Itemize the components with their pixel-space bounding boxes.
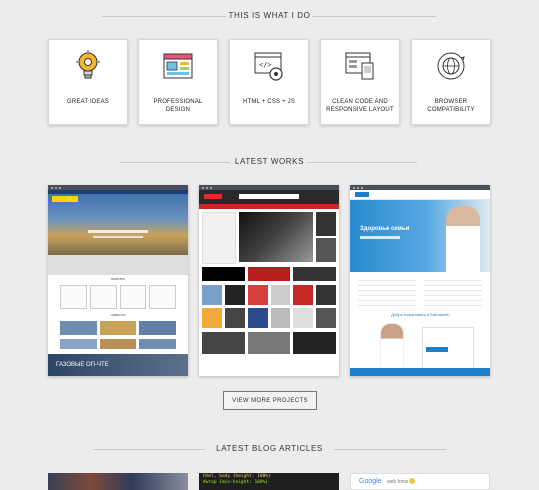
footer-banner: ГАЗОВЫЕ ОП-ЧТЕ	[48, 354, 188, 376]
svg-text:</>: </>	[259, 61, 272, 69]
section-title-text: THIS IS WHAT I DO	[228, 11, 311, 20]
service-label: CLEAN CODE AND RESPONSIVE LAYOUT	[326, 99, 394, 113]
work-thumbnail-2[interactable]	[199, 185, 339, 376]
section-title-text: LATEST WORKS	[234, 157, 305, 166]
product-grid	[199, 281, 339, 332]
section-heading: НОВОСТИ	[110, 313, 126, 317]
service-card-browser-compatibility: BROWSER COMPATIBILITY	[411, 39, 491, 125]
section-title-text: LATEST BLOG ARTICLES	[216, 444, 323, 453]
blog-thumbnail-3[interactable]: Google web fonts	[350, 473, 490, 490]
hero-image	[48, 190, 188, 255]
responsive-devices-icon	[345, 52, 374, 80]
divider	[312, 15, 436, 17]
service-card-clean-code: CLEAN CODE AND RESPONSIVE LAYOUT	[320, 39, 400, 125]
divider	[120, 161, 230, 163]
section-heading: ПАЛИТРА	[111, 277, 125, 281]
service-label: GREAT IDEAS	[67, 99, 109, 105]
service-label: HTML + CSS + JS	[242, 99, 296, 105]
divider	[102, 15, 226, 17]
section-title-services: THIS IS WHAT I DO	[0, 11, 539, 20]
work-thumbnail-3[interactable]: Здоровье семьи Добро пожаловать в БиКлин…	[350, 185, 490, 376]
divider	[307, 161, 417, 163]
lightbulb-gear-icon	[76, 50, 100, 79]
section-title-blog: LATEST BLOG ARTICLES	[0, 444, 539, 453]
brand-logo-text: Google	[359, 478, 382, 485]
view-more-projects-button[interactable]: VIEW MORE PROJECTS	[223, 391, 317, 410]
design-window-icon	[163, 53, 193, 79]
divider	[93, 448, 205, 450]
hero-image: Здоровье семьи	[350, 200, 490, 272]
hero-heading: Здоровье семьи	[360, 226, 410, 232]
work-thumbnail-1[interactable]: ПАЛИТРА НОВОСТИ ГАЗОВЫЕ ОП-ЧТЕ	[48, 185, 188, 376]
blog-thumbnail-2[interactable]: html, body {height: 100%} #wrap {min-hei…	[199, 473, 339, 490]
browser-sync-icon	[437, 52, 465, 80]
section-title-works: LATEST WORKS	[0, 157, 539, 166]
service-label: PROFESSIONAL DESIGN	[153, 99, 203, 113]
code-gear-icon: </>	[254, 52, 283, 81]
fonts-icon	[409, 478, 415, 484]
blog-thumbnail-1[interactable]	[48, 473, 188, 490]
service-card-html-css-js: </> HTML + CSS + JS	[229, 39, 309, 125]
brand-logo-subtext: web fonts	[387, 479, 409, 485]
footer-banner-text: ГАЗОВЫЕ ОП-ЧТЕ	[56, 362, 109, 368]
service-card-professional-design: PROFESSIONAL DESIGN	[138, 39, 218, 125]
code-line: #wrap {min-height: 100%}	[203, 480, 269, 485]
service-card-great-ideas: GREAT IDEAS	[48, 39, 128, 125]
divider	[334, 448, 446, 450]
service-label: BROWSER COMPATIBILITY	[427, 99, 475, 113]
